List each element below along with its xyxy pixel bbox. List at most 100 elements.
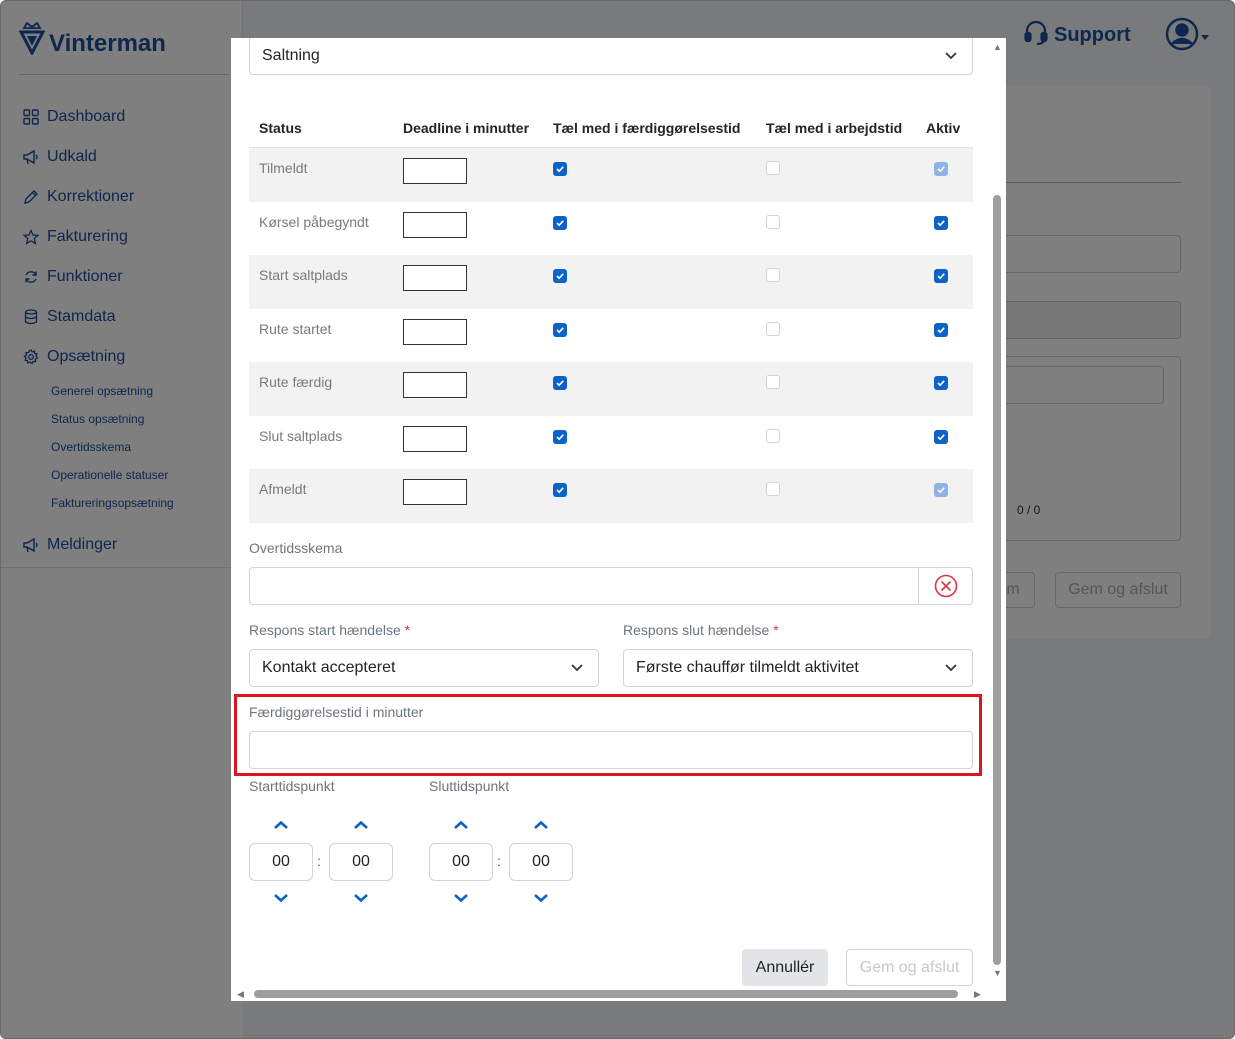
type-select-value: Saltning xyxy=(262,47,320,64)
status-name: Slut saltplads xyxy=(259,427,343,444)
table-row: Slut saltplads xyxy=(249,416,973,470)
arbejdstid-cell xyxy=(766,416,926,448)
arbejdstid-checkbox[interactable] xyxy=(766,428,780,443)
status-name: Tilmeldt xyxy=(259,160,308,176)
start-hour-increment-icon[interactable] xyxy=(272,819,290,831)
aktiv-checkbox[interactable] xyxy=(934,376,948,390)
deadline-cell xyxy=(403,148,553,184)
scrollbar-thumb[interactable] xyxy=(254,990,958,998)
aktiv-checkbox[interactable] xyxy=(934,215,948,230)
deadline-cell xyxy=(403,416,553,452)
slut-minute-increment-icon[interactable] xyxy=(532,819,550,831)
save-button[interactable]: Gem og afslut xyxy=(846,949,973,986)
respons-start-label: Respons start hændelse * xyxy=(249,622,410,638)
start-time-label: Starttidspunkt xyxy=(249,778,335,794)
chevron-down-icon xyxy=(945,664,957,672)
deadline-cell xyxy=(403,255,553,291)
arbejdstid-cell xyxy=(766,202,926,234)
deadline-input[interactable] xyxy=(403,372,467,398)
arbejdstid-checkbox[interactable] xyxy=(766,375,780,389)
arbejdstid-cell xyxy=(766,148,926,180)
deadline-input[interactable] xyxy=(403,425,467,452)
start-minute-decrement-icon[interactable] xyxy=(352,892,370,904)
faerdig-checkbox[interactable] xyxy=(553,322,567,337)
slut-hour-input[interactable]: 00 xyxy=(429,843,493,881)
arbejdstid-checkbox[interactable] xyxy=(766,482,780,496)
table-row: Rute startet xyxy=(249,309,973,363)
faerdig-checkbox[interactable] xyxy=(553,215,567,230)
respons-start-select[interactable]: Kontakt accepteret xyxy=(249,649,599,687)
aktiv-checkbox[interactable] xyxy=(934,269,948,283)
table-row: Kørsel påbegyndt xyxy=(249,202,973,256)
aktiv-cell xyxy=(926,469,973,500)
respons-slut-value: Første chauffør tilmeldt aktivitet xyxy=(636,659,859,676)
faerdig-cell xyxy=(553,202,766,233)
close-circle-icon xyxy=(934,574,958,598)
aktiv-cell xyxy=(926,362,973,393)
slut-hour-decrement-icon[interactable] xyxy=(452,892,470,904)
arbejdstid-checkbox[interactable] xyxy=(766,161,780,175)
start-hour-input[interactable]: 00 xyxy=(249,843,313,881)
table-row: Rute færdig xyxy=(249,362,973,416)
arbejdstid-checkbox[interactable] xyxy=(766,214,780,229)
respons-slut-label: Respons slut hændelse * xyxy=(623,622,779,638)
horizontal-scrollbar[interactable]: ◀ ▶ xyxy=(231,987,1006,1001)
deadline-input[interactable] xyxy=(403,211,467,238)
faerdig-cell xyxy=(553,309,766,340)
vertical-scrollbar[interactable]: ▲ ▼ xyxy=(989,38,1006,1001)
faerdig-input[interactable] xyxy=(249,731,973,769)
deadline-cell xyxy=(403,309,553,345)
scrollbar-thumb[interactable] xyxy=(993,195,1001,965)
slut-minute-decrement-icon[interactable] xyxy=(532,892,550,904)
chevron-down-icon xyxy=(945,52,957,60)
deadline-cell xyxy=(403,469,553,505)
respons-start-value: Kontakt accepteret xyxy=(262,659,396,676)
aktiv-checkbox[interactable] xyxy=(934,429,948,444)
deadline-input[interactable] xyxy=(403,265,467,291)
aktiv-checkbox xyxy=(934,483,948,497)
required-mark: * xyxy=(404,622,411,638)
scroll-left-icon[interactable]: ◀ xyxy=(237,989,244,1000)
scroll-down-icon[interactable]: ▼ xyxy=(993,968,1002,978)
start-hour-decrement-icon[interactable] xyxy=(272,892,290,904)
status-name: Rute startet xyxy=(259,320,332,337)
start-minute-input[interactable]: 00 xyxy=(329,843,393,881)
respons-slut-select[interactable]: Første chauffør tilmeldt aktivitet xyxy=(623,649,973,687)
deadline-input[interactable] xyxy=(403,158,467,184)
scroll-up-icon[interactable]: ▲ xyxy=(993,42,1002,52)
faerdig-checkbox[interactable] xyxy=(553,162,567,176)
overtid-input[interactable] xyxy=(249,567,973,605)
aktiv-checkbox xyxy=(934,162,948,176)
type-select[interactable]: Saltning xyxy=(249,38,973,75)
faerdig-checkbox[interactable] xyxy=(553,376,567,390)
start-minute-increment-icon[interactable] xyxy=(352,819,370,831)
faerdig-checkbox[interactable] xyxy=(553,483,567,497)
deadline-input[interactable] xyxy=(403,318,467,345)
faerdig-checkbox[interactable] xyxy=(553,429,567,444)
slut-hour-increment-icon[interactable] xyxy=(452,819,470,831)
overtid-label: Overtidsskema xyxy=(249,540,343,556)
deadline-input[interactable] xyxy=(403,479,467,505)
deadline-cell xyxy=(403,362,553,398)
clear-button[interactable] xyxy=(918,567,973,605)
arbejdstid-checkbox[interactable] xyxy=(766,321,780,336)
table-row: Start saltplads xyxy=(249,255,973,309)
arbejdstid-cell xyxy=(766,255,926,287)
aktiv-checkbox[interactable] xyxy=(934,322,948,337)
slut-minute-input[interactable]: 00 xyxy=(509,843,573,881)
aktiv-cell xyxy=(926,202,973,233)
table-row: Tilmeldt xyxy=(249,148,973,202)
time-separator: : xyxy=(317,853,321,869)
table-row: Afmeldt xyxy=(249,469,973,523)
status-name: Afmeldt xyxy=(259,481,307,497)
cancel-button[interactable]: Annullér xyxy=(742,949,828,986)
arbejdstid-cell xyxy=(766,309,926,341)
scroll-right-icon[interactable]: ▶ xyxy=(974,989,981,1000)
header-deadline: Deadline i minutter xyxy=(403,119,530,136)
arbejdstid-checkbox[interactable] xyxy=(766,268,780,282)
faerdig-checkbox[interactable] xyxy=(553,269,567,283)
respons-start-label-text: Respons start hændelse xyxy=(249,622,401,638)
aktiv-cell xyxy=(926,309,973,340)
arbejdstid-cell xyxy=(766,469,926,501)
status-name: Rute færdig xyxy=(259,374,333,390)
